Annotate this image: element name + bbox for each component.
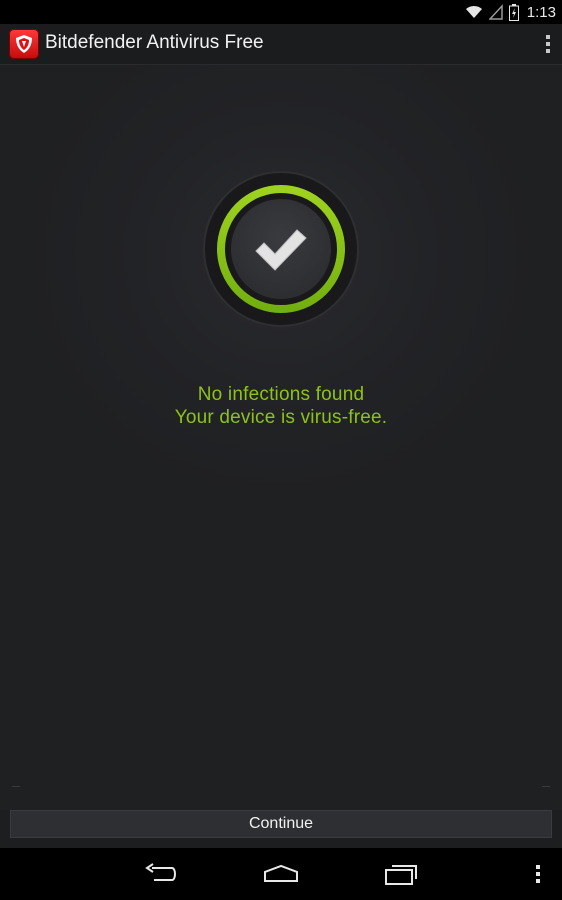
overflow-menu-icon[interactable] — [513, 858, 562, 890]
navigation-bar — [0, 848, 562, 900]
result-subtitle: Your device is virus-free. — [174, 407, 388, 428]
status-emblem — [203, 171, 359, 327]
app-title: Bitdefender Antivirus Free — [45, 32, 264, 53]
home-icon[interactable] — [256, 858, 306, 890]
recent-apps-icon[interactable] — [376, 858, 426, 890]
wifi-icon — [465, 5, 482, 18]
status-bar: 1:13 — [0, 0, 562, 24]
signal-icon — [488, 4, 503, 20]
result-title: No infections found — [197, 384, 365, 405]
continue-button[interactable]: Continue — [10, 810, 552, 838]
scan-result-panel: No infections found Your device is virus… — [0, 65, 562, 810]
battery-icon — [508, 3, 519, 21]
divider-left-mark — [12, 786, 20, 787]
bitdefender-shield-icon[interactable] — [9, 29, 39, 59]
overflow-menu-icon[interactable] — [542, 32, 554, 56]
screen: 1:13 Bitdefender Antivirus Free No infec… — [0, 0, 562, 900]
status-icons: 1:13 — [465, 2, 556, 22]
divider-right-mark — [542, 786, 550, 787]
back-icon[interactable] — [136, 858, 186, 890]
action-bar: Bitdefender Antivirus Free — [0, 24, 562, 65]
clock: 1:13 — [526, 3, 556, 21]
